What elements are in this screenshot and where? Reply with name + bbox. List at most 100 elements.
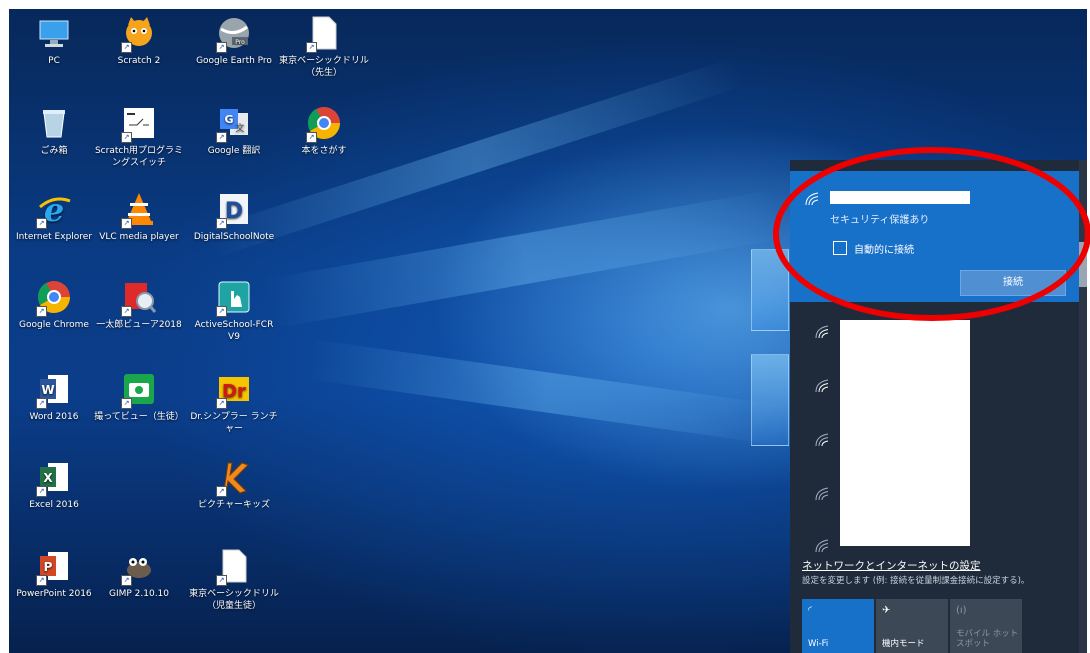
icon-label: Scratch 2: [117, 56, 161, 66]
camera-icon: ↗: [121, 371, 157, 409]
desktop-icon-picture-kids[interactable]: ↗ ピクチャーキッズ: [189, 459, 279, 511]
shortcut-arrow-icon: ↗: [36, 218, 47, 229]
svg-text:W: W: [41, 383, 54, 397]
hotspot-icon: (ı): [956, 605, 967, 616]
ichitaro-viewer-icon: ↗: [121, 279, 157, 317]
desktop-icon-excel[interactable]: X ↗ Excel 2016: [9, 459, 99, 511]
quick-action-label: Wi-Fi: [808, 639, 829, 649]
shortcut-arrow-icon: ↗: [216, 132, 227, 143]
shortcut-arrow-icon: ↗: [121, 575, 132, 586]
desktop-icon-scratch2[interactable]: ↗ Scratch 2: [94, 15, 184, 67]
desktop: PC ごみ箱 e ↗ Internet Explorer ↗ Google Chr…: [9, 9, 1087, 653]
wifi-signal-icon[interactable]: [814, 432, 832, 448]
desktop-icon-word[interactable]: W ↗ Word 2016: [9, 371, 99, 423]
icon-label: Word 2016: [29, 412, 79, 422]
desktop-icon-google-earth[interactable]: Pro ↗ Google Earth Pro: [189, 15, 279, 67]
picture-kids-icon: ↗: [216, 459, 252, 497]
airplane-icon: ✈: [882, 605, 891, 616]
wifi-signal-icon[interactable]: [814, 486, 832, 502]
redacted-network-list: [840, 320, 970, 546]
desktop-icon-gimp[interactable]: ↗ GIMP 2.10.10: [94, 548, 184, 600]
powerpoint-icon: P ↗: [36, 548, 72, 586]
quick-action-hotspot[interactable]: (ı) モバイル ホットスポット: [950, 599, 1022, 653]
wallpaper-window-pane: [751, 354, 789, 446]
desktop-icon-scratch-switch[interactable]: ↗ Scratch用プログラミングスイッチ: [94, 105, 184, 169]
icon-label: GIMP 2.10.10: [108, 589, 170, 599]
digitalschoolnote-icon: D ↗: [216, 191, 252, 229]
shortcut-arrow-icon: ↗: [36, 306, 47, 317]
shortcut-arrow-icon: ↗: [306, 132, 317, 143]
shortcut-arrow-icon: ↗: [216, 486, 227, 497]
desktop-icon-totte-view[interactable]: ↗ 撮ってビュー（生徒）: [94, 371, 184, 423]
desktop-icon-tokyo-basic-teacher[interactable]: ↗ 東京ベーシックドリル（先生）: [279, 15, 369, 79]
icon-label: VLC media player: [99, 232, 179, 242]
icon-label: Google Earth Pro: [196, 56, 272, 66]
icon-label: PC: [48, 56, 60, 66]
icon-label: ごみ箱: [40, 146, 68, 156]
network-settings-link[interactable]: ネットワークとインターネットの設定: [802, 558, 981, 573]
word-icon: W ↗: [36, 371, 72, 409]
desktop-icon-dr-simpler[interactable]: Dr ↗ Dr.シンプラー ランチャー: [189, 371, 279, 435]
shortcut-arrow-icon: ↗: [216, 42, 227, 53]
svg-text:D: D: [225, 199, 243, 224]
icon-label: PowerPoint 2016: [16, 589, 92, 599]
icon-label: Scratch用プログラミングスイッチ: [94, 146, 184, 168]
quick-action-label: モバイル ホットスポット: [956, 629, 1019, 649]
internet-explorer-icon: e ↗: [36, 191, 72, 229]
excel-icon: X ↗: [36, 459, 72, 497]
shortcut-arrow-icon: ↗: [121, 42, 132, 53]
desktop-icon-powerpoint[interactable]: P ↗ PowerPoint 2016: [9, 548, 99, 600]
desktop-icon-pc[interactable]: PC: [9, 15, 99, 67]
quick-action-label: 機内モード: [882, 639, 925, 649]
shortcut-arrow-icon: ↗: [121, 398, 132, 409]
wifi-signal-icon[interactable]: [814, 378, 832, 394]
wifi-signal-icon[interactable]: [814, 538, 832, 554]
svg-text:文: 文: [235, 122, 244, 134]
chrome-icon: ↗: [306, 105, 342, 143]
icon-label: Dr.シンプラー ランチャー: [190, 412, 278, 434]
icon-label: DigitalSchoolNote: [193, 232, 275, 242]
gimp-icon: ↗: [121, 548, 157, 586]
icon-label: Google 翻訳: [207, 146, 261, 156]
wifi-icon: ◜: [808, 605, 812, 616]
recycle-bin-icon: [36, 105, 72, 141]
quick-action-wifi[interactable]: ◜ Wi-Fi: [802, 599, 874, 653]
icon-label: ピクチャーキッズ: [198, 500, 270, 510]
icon-label: Internet Explorer: [15, 232, 93, 242]
chrome-icon: ↗: [36, 279, 72, 317]
desktop-icon-google-translate[interactable]: G 文 ↗ Google 翻訳: [189, 105, 279, 157]
google-earth-icon: Pro ↗: [216, 15, 252, 53]
shortcut-arrow-icon: ↗: [121, 132, 132, 143]
desktop-icon-google-chrome[interactable]: ↗ Google Chrome: [9, 279, 99, 331]
icon-label: Excel 2016: [29, 500, 79, 510]
shortcut-arrow-icon: ↗: [306, 42, 317, 53]
desktop-icon-recycle-bin[interactable]: ごみ箱: [9, 105, 99, 157]
desktop-icon-tokyo-basic-student[interactable]: ↗ 東京ベーシックドリル（児童生徒）: [189, 548, 279, 612]
icon-label: 東京ベーシックドリル（児童生徒）: [189, 589, 279, 611]
vlc-icon: ↗: [121, 191, 157, 229]
document-icon: ↗: [216, 548, 252, 586]
desktop-icon-vlc[interactable]: ↗ VLC media player: [94, 191, 184, 243]
svg-text:P: P: [44, 560, 53, 574]
shortcut-arrow-icon: ↗: [121, 218, 132, 229]
document-icon: ↗: [306, 15, 342, 53]
svg-text:X: X: [43, 471, 53, 485]
annotation-red-ellipse: [773, 147, 1090, 321]
desktop-icon-internet-explorer[interactable]: e ↗ Internet Explorer: [9, 191, 99, 243]
quick-action-airplane[interactable]: ✈ 機内モード: [876, 599, 948, 653]
shortcut-arrow-icon: ↗: [216, 218, 227, 229]
shortcut-arrow-icon: ↗: [216, 306, 227, 317]
scratch-cat-icon: ↗: [121, 15, 157, 53]
icon-label: 一太郎ビューア2018: [96, 320, 182, 330]
desktop-icon-book-search[interactable]: ↗ 本をさがす: [279, 105, 369, 157]
pc-icon: [36, 15, 72, 51]
dr-simpler-icon: Dr ↗: [216, 371, 252, 409]
shortcut-arrow-icon: ↗: [121, 306, 132, 317]
desktop-icon-digitalschoolnote[interactable]: D ↗ DigitalSchoolNote: [189, 191, 279, 243]
svg-text:G: G: [224, 113, 233, 126]
switch-icon: ↗: [121, 105, 157, 143]
desktop-icon-activeschool[interactable]: ↗ ActiveSchool-FCR V9: [189, 279, 279, 343]
icon-label: 本をさがす: [301, 146, 347, 156]
desktop-icon-ichitaro-viewer[interactable]: ↗ 一太郎ビューア2018: [94, 279, 184, 331]
wifi-signal-icon[interactable]: [814, 324, 832, 340]
